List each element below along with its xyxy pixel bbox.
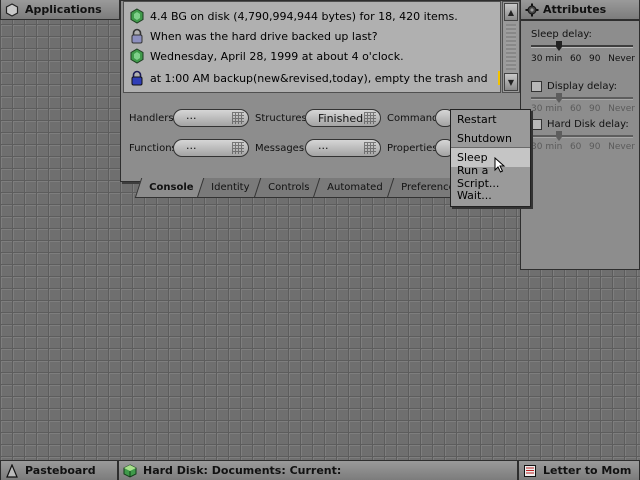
menu-item-restart[interactable]: Restart: [451, 110, 530, 129]
display-delay-thumb[interactable]: [556, 93, 562, 103]
properties-label: Properties: [387, 142, 438, 154]
pasteboard-tab[interactable]: Pasteboard: [0, 460, 118, 480]
tick-label: 30 min: [531, 54, 563, 64]
log-text: When was the hard drive backed up last?: [150, 29, 378, 43]
sleep-delay-slider[interactable]: [531, 45, 633, 48]
document-label: Letter to Mom: [543, 464, 632, 477]
functions-label: Functions: [129, 142, 177, 154]
tick-label: Never: [608, 142, 635, 152]
document-tab[interactable]: Letter to Mom: [518, 460, 640, 480]
hard-disk-delay-checkbox[interactable]: [531, 119, 542, 130]
hexagon-icon: [5, 2, 19, 17]
tick-label: Never: [608, 104, 635, 114]
structures-popup[interactable]: Finished: [305, 109, 381, 127]
tab-automated[interactable]: Automated: [312, 178, 395, 198]
structures-value: Finished: [318, 111, 364, 125]
tick-label: 90: [589, 142, 601, 152]
scroll-up-button[interactable]: ▲: [504, 3, 518, 21]
log-line: at 1:00 AM backup(new&revised,today), em…: [130, 68, 500, 88]
triangle-down-icon: ▼: [507, 77, 515, 87]
tick-label: Never: [608, 54, 635, 64]
log-line: Wednesday, April 28, 1999 at about 4 o'c…: [130, 46, 404, 66]
grip-icon: [232, 142, 244, 154]
tick-label: 60: [569, 104, 582, 114]
tab-identity[interactable]: Identity: [197, 178, 262, 198]
tick-label: 60: [569, 142, 582, 152]
console-scrollbar[interactable]: ▲ ▼: [502, 1, 520, 93]
messages-popup[interactable]: ···: [305, 139, 381, 157]
cube-icon: [123, 463, 137, 478]
applications-label: Applications: [25, 3, 102, 16]
functions-value: ···: [186, 141, 197, 155]
messages-value: ···: [318, 141, 329, 155]
log-text: Wednesday, April 28, 1999 at about 4 o'c…: [150, 49, 404, 63]
attributes-panel: Sleep delay: 30 min 60 90 Never Display …: [520, 20, 640, 270]
text-cursor: [497, 71, 500, 85]
applications-tab[interactable]: Applications: [0, 0, 120, 20]
menu-item-shutdown[interactable]: Shutdown: [451, 129, 530, 148]
mouse-pointer-icon: [494, 156, 508, 173]
path-tab[interactable]: Hard Disk: Documents: Current:: [118, 460, 518, 480]
tick-label: 90: [589, 54, 601, 64]
handlers-popup[interactable]: ···: [173, 109, 249, 127]
gear-icon: [525, 3, 539, 17]
handlers-label: Handlers: [129, 112, 174, 124]
hard-disk-delay-label: Hard Disk delay:: [547, 119, 629, 130]
menu-item-run-script[interactable]: Run a Script...: [451, 164, 530, 190]
hexagon-icon: [130, 8, 144, 24]
scroll-down-button[interactable]: ▼: [504, 73, 518, 91]
display-delay-label: Display delay:: [547, 81, 618, 92]
tick-label: 60: [569, 54, 582, 64]
lock-icon: [130, 28, 144, 44]
log-text: 4.4 BG on disk (4,790,994,944 bytes) for…: [150, 9, 458, 23]
tick-label: 90: [589, 104, 601, 114]
sleep-delay-ticks: 30 min 60 90 Never: [531, 54, 635, 64]
pasteboard-label: Pasteboard: [25, 464, 96, 477]
log-line: 4.4 BG on disk (4,790,994,944 bytes) for…: [130, 6, 458, 26]
functions-popup[interactable]: ···: [173, 139, 249, 157]
sleep-delay-label: Sleep delay:: [531, 29, 592, 40]
scroll-track[interactable]: [506, 24, 516, 70]
pasteboard-icon: [5, 462, 19, 478]
document-icon: [523, 464, 537, 478]
lock-icon: [130, 70, 144, 86]
messages-label: Messages: [255, 142, 305, 154]
hard-disk-delay-ticks: 30 min 60 90 Never: [531, 142, 635, 152]
console-log[interactable]: 4.4 BG on disk (4,790,994,944 bytes) for…: [123, 1, 501, 93]
console-tab-bar: Console Identity Controls Automated Pref…: [134, 178, 504, 198]
hexagon-icon: [130, 48, 144, 64]
hard-disk-delay-thumb[interactable]: [556, 131, 562, 141]
log-text: at 1:00 AM backup(new&revised,today), em…: [150, 71, 488, 85]
display-delay-slider[interactable]: [531, 97, 633, 100]
tick-label: 30 min: [531, 142, 563, 152]
attributes-label: Attributes: [543, 3, 607, 16]
path-label: Hard Disk: Documents: Current:: [143, 464, 342, 477]
handlers-value: ···: [186, 111, 197, 125]
sleep-delay-thumb[interactable]: [556, 41, 562, 51]
grip-icon: [364, 142, 376, 154]
tab-controls[interactable]: Controls: [253, 178, 322, 198]
grip-icon: [232, 112, 244, 124]
triangle-up-icon: ▲: [507, 7, 515, 17]
display-delay-checkbox[interactable]: [531, 81, 542, 92]
attributes-tab[interactable]: Attributes: [520, 0, 640, 20]
tick-label: 30 min: [531, 104, 563, 114]
grip-icon: [364, 112, 376, 124]
display-delay-ticks: 30 min 60 90 Never: [531, 104, 635, 114]
commands-menu: Restart Shutdown Sleep Run a Script... W…: [450, 109, 531, 207]
log-line: When was the hard drive backed up last?: [130, 26, 378, 46]
tab-console[interactable]: Console: [134, 178, 206, 198]
structures-label: Structures: [255, 112, 307, 124]
hard-disk-delay-slider[interactable]: [531, 135, 633, 138]
